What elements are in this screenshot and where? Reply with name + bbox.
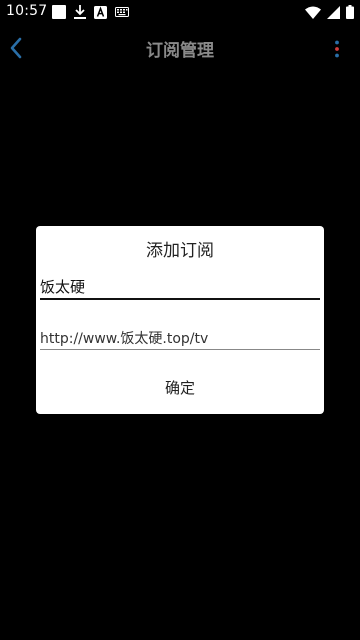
square-notification-icon — [52, 5, 66, 19]
more-vertical-icon — [334, 40, 340, 58]
cellular-signal-icon — [327, 5, 340, 19]
confirm-button[interactable]: 确定 — [36, 374, 324, 400]
status-time: 10:57 — [6, 3, 48, 19]
status-icons-right — [305, 4, 354, 20]
add-subscription-dialog: 添加订阅 确定 — [36, 226, 324, 414]
page-title: 订阅管理 — [146, 41, 214, 61]
keyboard-icon — [115, 7, 129, 17]
download-icon — [74, 5, 86, 19]
status-bar: 10:57 — [0, 0, 360, 24]
screen: 10:57 订阅管理 添加订阅 饭太硬 http://www.饭太硬.top/t… — [0, 0, 360, 640]
dialog-title: 添加订阅 — [146, 241, 214, 261]
wifi-icon — [305, 6, 321, 19]
more-options-button[interactable] — [332, 38, 342, 60]
a-font-icon — [94, 5, 107, 19]
subscription-url-input[interactable] — [40, 326, 320, 350]
status-icons-left — [52, 4, 129, 20]
subscription-name-input[interactable] — [40, 274, 320, 300]
battery-icon — [346, 5, 354, 19]
app-bar: 订阅管理 — [0, 24, 360, 72]
